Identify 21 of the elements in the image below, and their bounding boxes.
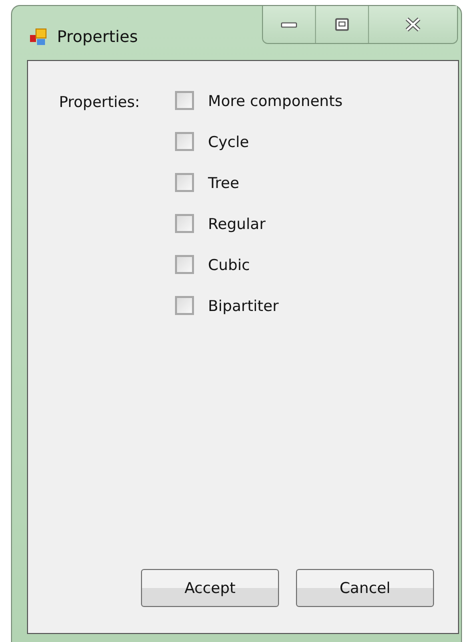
checkbox-label[interactable]: Bipartiter [208,296,279,314]
checkbox-label[interactable]: Regular [208,214,266,232]
checkbox[interactable] [175,91,194,110]
checkbox[interactable] [175,296,194,315]
dialog-button[interactable]: Accept [141,569,279,607]
close-icon [403,16,423,33]
dialog-button[interactable]: Cancel [296,569,434,607]
minimize-icon [281,22,297,28]
window-title: Properties [57,27,138,46]
checkbox-label[interactable]: More components [208,92,343,110]
minimize-button[interactable] [263,6,315,43]
checkbox-label[interactable]: Cycle [208,132,249,150]
app-icon [29,28,47,46]
checkbox[interactable] [175,173,194,192]
maximize-button[interactable] [315,6,368,43]
checkbox[interactable] [175,132,194,151]
checkbox-label[interactable]: Cubic [208,256,250,274]
properties-label: Properties: [59,93,141,113]
checkbox-label[interactable]: Tree [208,174,240,192]
checkbox[interactable] [175,255,194,274]
checkbox[interactable] [175,214,194,233]
